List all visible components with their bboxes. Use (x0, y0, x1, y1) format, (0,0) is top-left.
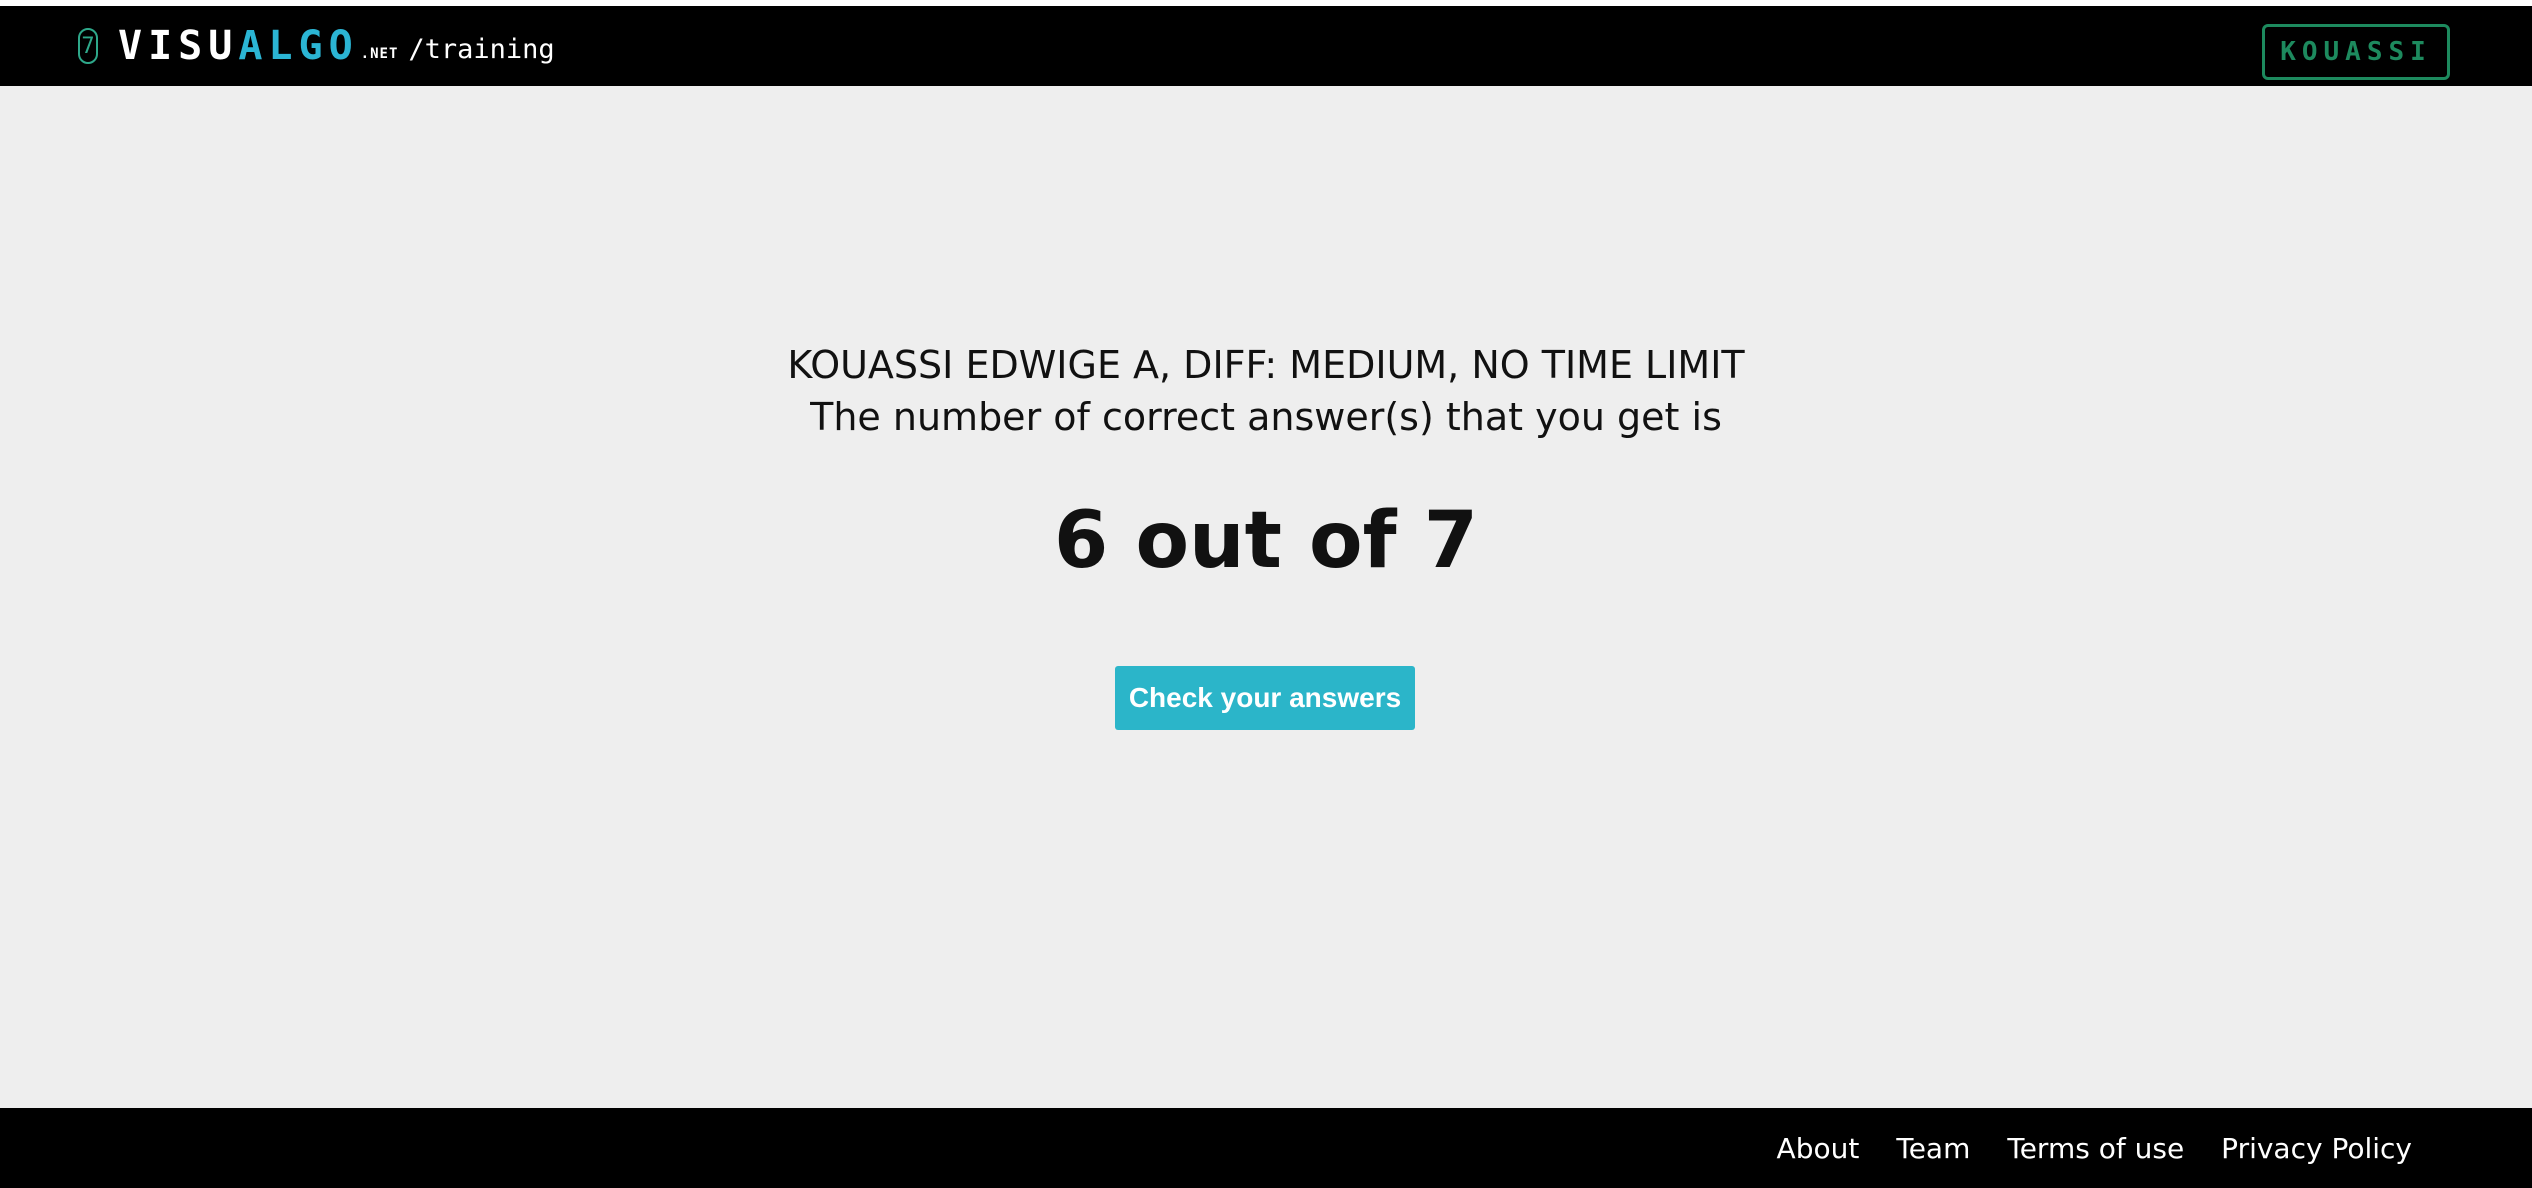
logo-badge-icon: 7 (78, 28, 98, 64)
check-answers-button[interactable]: Check your answers (1115, 666, 1415, 730)
header-bar: 7 VISUALGO .NET /training KOUASSI (0, 6, 2532, 86)
user-account-button[interactable]: KOUASSI (2262, 24, 2450, 80)
logo-net: .NET (360, 46, 399, 62)
result-subtitle: The number of correct answer(s) that you… (810, 395, 1722, 439)
footer-bar: About Team Terms of use Privacy Policy (0, 1108, 2532, 1188)
main-content: KOUASSI EDWIGE A, DIFF: MEDIUM, NO TIME … (0, 86, 2532, 1108)
footer-link-terms[interactable]: Terms of use (2007, 1132, 2184, 1165)
footer-links: About Team Terms of use Privacy Policy (1740, 1108, 2412, 1188)
logo-visu: VISU (118, 23, 239, 69)
result-header-line: KOUASSI EDWIGE A, DIFF: MEDIUM, NO TIME … (787, 343, 1745, 387)
footer-link-about[interactable]: About (1777, 1132, 1860, 1165)
logo-text: VISUALGO (118, 26, 359, 66)
training-path-label: /training (408, 33, 555, 65)
page: 7 VISUALGO .NET /training KOUASSI KOUASS… (0, 0, 2532, 1188)
footer-link-team[interactable]: Team (1896, 1132, 1970, 1165)
footer-link-privacy[interactable]: Privacy Policy (2221, 1132, 2412, 1165)
logo-algo: ALGO (238, 23, 359, 69)
score-display: 6 out of 7 (1054, 496, 1478, 586)
visualgo-logo-link[interactable]: 7 VISUALGO .NET /training (78, 26, 555, 66)
